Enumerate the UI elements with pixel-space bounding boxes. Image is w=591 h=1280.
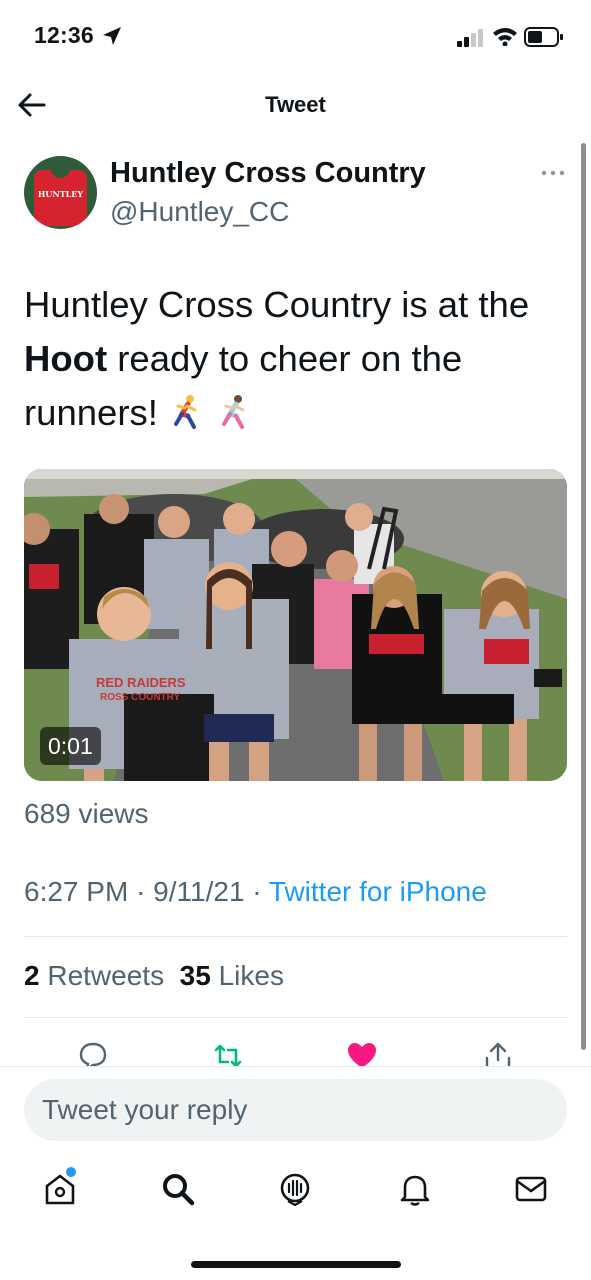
tweet-text-part1: Huntley Cross Country is at the — [24, 284, 530, 325]
retweets-label: Retweets — [47, 960, 165, 991]
notification-dot — [66, 1167, 76, 1177]
likes-count: 35 — [179, 960, 211, 991]
tweet-actions — [0, 1038, 591, 1066]
tweet-date: 9/11/21 — [153, 876, 245, 907]
avatar[interactable]: HUNTLEY — [24, 156, 97, 229]
like-heart-icon[interactable] — [346, 1040, 378, 1066]
meta-separator: · — [252, 876, 262, 907]
spaces-icon[interactable] — [278, 1172, 312, 1206]
retweets-stat[interactable]: 2 Retweets — [24, 960, 164, 991]
meta-separator: · — [136, 876, 146, 907]
man-running-emoji-icon — [174, 395, 197, 429]
view-count[interactable]: 689 views — [24, 798, 149, 830]
status-bar: 12:36 — [0, 0, 591, 70]
video-duration: 0:01 — [40, 727, 101, 765]
tweet-source-link[interactable]: Twitter for iPhone — [269, 876, 487, 907]
search-icon[interactable] — [161, 1172, 195, 1206]
tweet-text: Huntley Cross Country is at the Hoot rea… — [24, 278, 564, 440]
nav-bar: Tweet — [0, 70, 591, 140]
scrollbar[interactable] — [581, 143, 586, 1050]
tweet-meta: 6:27 PM · 9/11/21 · Twitter for iPhone — [24, 876, 487, 908]
tab-bar — [0, 1160, 591, 1230]
woman-running-emoji-icon — [222, 395, 245, 429]
shirt-text-2: ROSS COUNTRY — [100, 692, 181, 703]
home-indicator[interactable] — [191, 1261, 401, 1268]
reply-box[interactable] — [24, 1079, 567, 1141]
likes-stat[interactable]: 35 Likes — [180, 960, 284, 991]
cellular-signal-icon — [457, 29, 483, 47]
video-thumbnail[interactable]: RED RAIDERS ROSS COUNTRY — [24, 469, 567, 781]
battery-icon — [524, 27, 563, 47]
messages-icon[interactable] — [514, 1172, 548, 1206]
page-title: Tweet — [265, 92, 326, 117]
avatar-text: HUNTLEY — [37, 189, 84, 199]
status-time: 12:36 — [34, 22, 94, 48]
retweet-icon[interactable] — [212, 1040, 244, 1066]
video-scene: RED RAIDERS ROSS COUNTRY — [24, 469, 567, 781]
engagement-stats: 2 Retweets 35 Likes — [24, 960, 284, 992]
author-name[interactable]: Huntley Cross Country — [110, 157, 426, 190]
reply-input[interactable] — [42, 1079, 542, 1141]
home-icon[interactable] — [43, 1172, 77, 1206]
shirt-text-1: RED RAIDERS — [96, 675, 186, 690]
tweet-time: 6:27 PM — [24, 876, 129, 907]
author-handle[interactable]: @Huntley_CC — [110, 196, 289, 228]
tweet-text-bold[interactable]: Hoot — [24, 338, 107, 379]
divider — [24, 1017, 567, 1018]
reply-divider — [0, 1066, 591, 1067]
more-options-icon[interactable] — [540, 168, 566, 178]
location-arrow-icon — [103, 27, 121, 45]
likes-label: Likes — [218, 960, 284, 991]
divider — [24, 936, 567, 937]
notifications-icon[interactable] — [398, 1172, 432, 1206]
jersey-graphic: HUNTLEY — [34, 170, 87, 226]
share-icon[interactable] — [482, 1040, 514, 1066]
retweets-count: 2 — [24, 960, 40, 991]
reply-icon[interactable] — [77, 1040, 109, 1066]
wifi-icon — [493, 28, 517, 46]
